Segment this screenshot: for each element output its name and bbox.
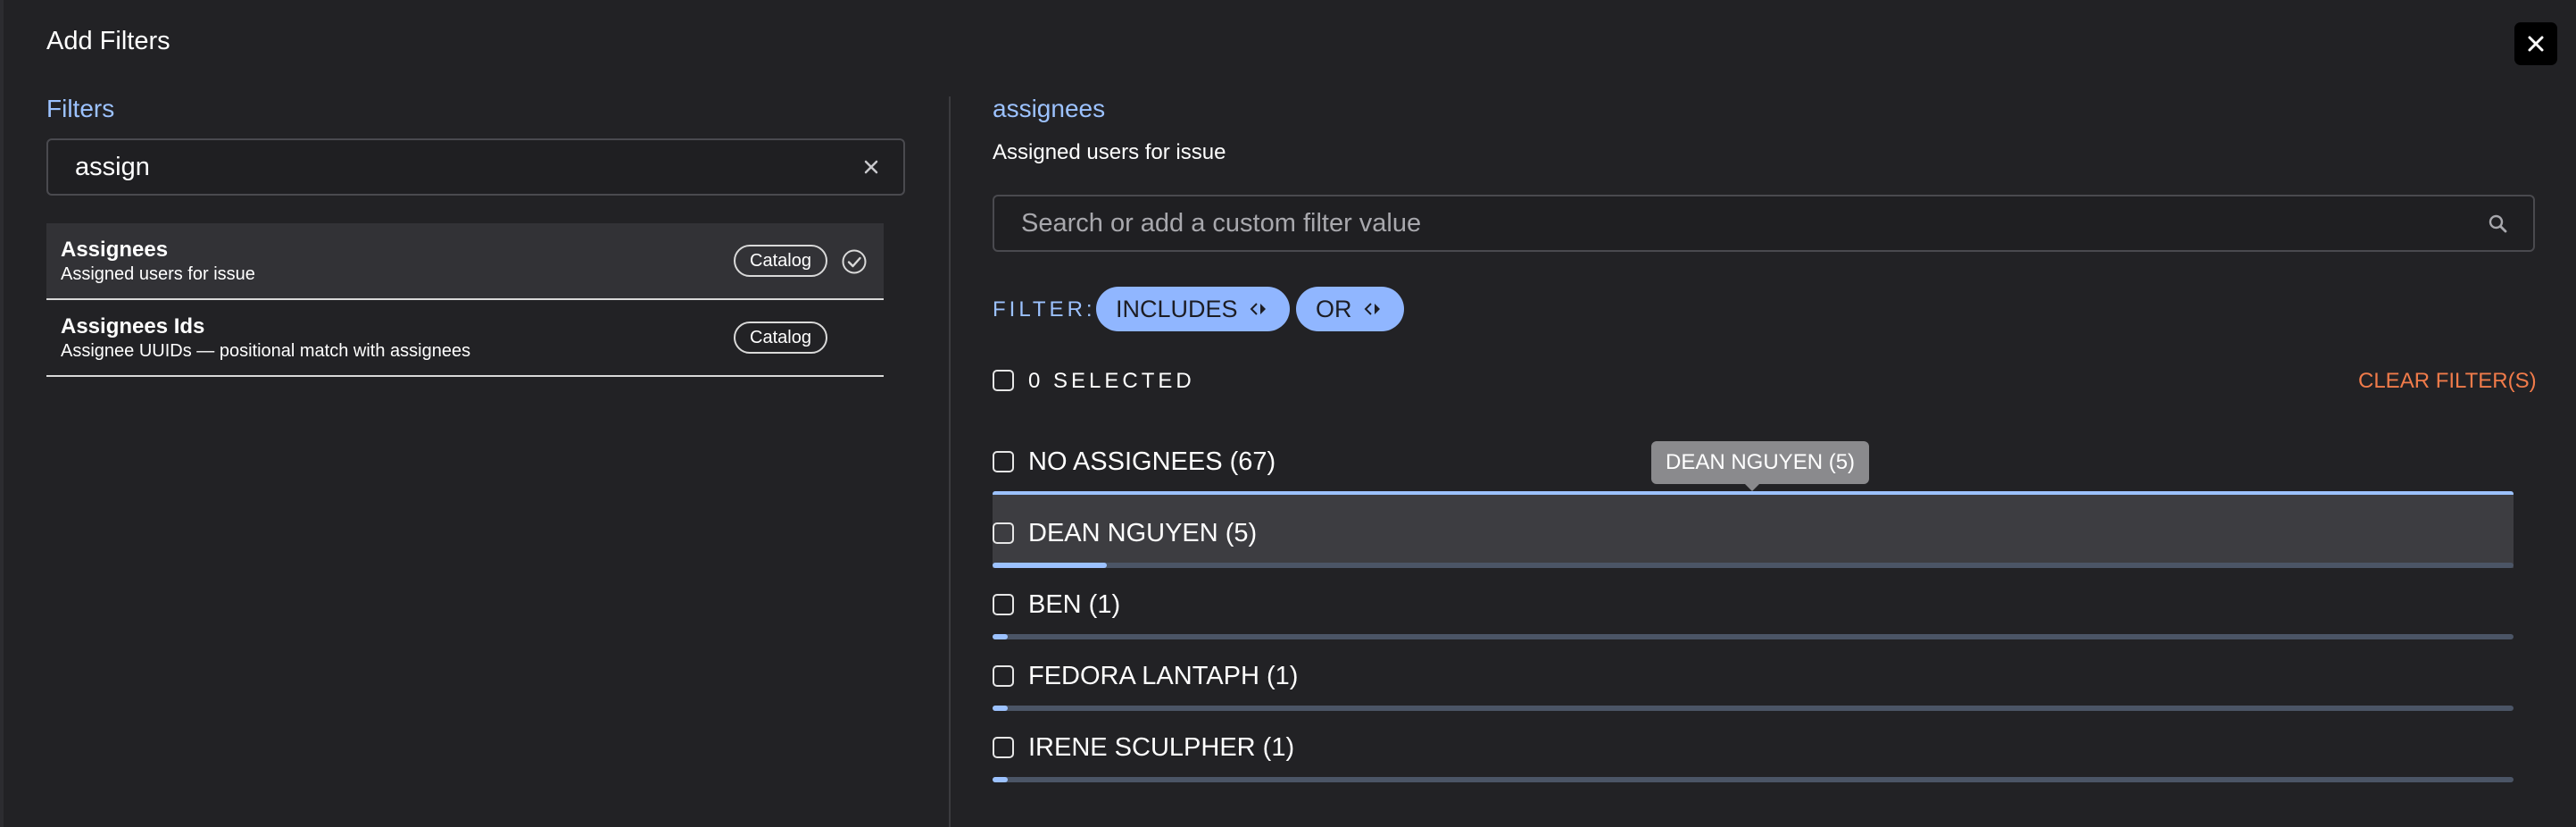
search-icon xyxy=(2489,214,2507,233)
option-label: BEN (1) xyxy=(1028,590,1121,619)
or-toggle-pill[interactable]: OR xyxy=(1296,287,1404,331)
option-checkbox[interactable] xyxy=(993,522,1014,544)
option-row-fedora-lantaph[interactable]: FEDORA LANTAPH (1) xyxy=(993,638,2514,711)
value-search-field[interactable] xyxy=(993,195,2535,252)
includes-toggle-pill[interactable]: INCLUDES xyxy=(1096,287,1290,331)
option-label: FEDORA LANTAPH (1) xyxy=(1028,662,1299,690)
hover-tooltip: DEAN NGUYEN (5) xyxy=(1651,441,1870,484)
option-checkbox[interactable] xyxy=(993,451,1014,472)
option-row-ben[interactable]: BEN (1) xyxy=(993,566,2514,639)
filter-search-field[interactable] xyxy=(46,138,905,196)
add-filters-dialog: Add Filters Filters Assignees Assigned u… xyxy=(0,0,2576,827)
result-name: Assignees Ids xyxy=(61,314,205,338)
filter-label: FILTER: xyxy=(993,297,1096,322)
option-label: NO ASSIGNEES (67) xyxy=(1028,447,1276,476)
result-description: Assigned users for issue xyxy=(61,264,255,284)
option-checkbox[interactable] xyxy=(993,737,1014,758)
clear-filters-link[interactable]: CLEAR FILTER(S) xyxy=(2358,369,2537,394)
catalog-badge: Catalog xyxy=(734,322,827,354)
value-search-input[interactable] xyxy=(1021,196,2467,250)
close-button[interactable] xyxy=(2514,22,2557,65)
option-row-dean-nguyen[interactable]: DEAN NGUYEN (5) xyxy=(993,495,2514,568)
close-icon xyxy=(2528,36,2544,52)
catalog-badge: Catalog xyxy=(734,245,827,277)
tooltip-arrow xyxy=(1745,484,1759,491)
result-description: Assignee UUIDs — positional match with a… xyxy=(61,341,471,361)
filter-description: Assigned users for issue xyxy=(993,140,1226,164)
result-name: Assignees xyxy=(61,238,169,262)
clear-search-icon[interactable] xyxy=(859,155,884,180)
filters-heading: Filters xyxy=(46,95,115,122)
toggle-arrows-icon xyxy=(1364,303,1380,315)
dialog-title: Add Filters xyxy=(46,27,170,55)
option-row-irene-sculpher[interactable]: IRENE SCULPHER (1) xyxy=(993,709,2514,782)
selected-count: 0 SELECTED xyxy=(1028,369,1195,393)
result-item-assignees[interactable]: Assignees Assigned users for issue Catal… xyxy=(46,223,884,300)
filter-search-input[interactable] xyxy=(75,140,843,194)
panel-divider xyxy=(949,96,951,827)
option-checkbox[interactable] xyxy=(993,594,1014,615)
filter-name-heading: assignees xyxy=(993,95,1106,122)
background-edge xyxy=(0,0,4,827)
option-label: DEAN NGUYEN (5) xyxy=(1028,519,1258,547)
select-all-checkbox[interactable] xyxy=(993,370,1014,391)
or-label: OR xyxy=(1316,295,1352,322)
option-checkbox[interactable] xyxy=(993,665,1014,687)
option-count-bar xyxy=(993,777,2514,782)
result-item-assignees-ids[interactable]: Assignees Ids Assignee UUIDs — positiona… xyxy=(46,300,884,377)
toggle-arrows-icon xyxy=(1250,303,1266,315)
includes-label: INCLUDES xyxy=(1116,295,1238,322)
option-label: IRENE SCULPHER (1) xyxy=(1028,733,1295,762)
check-circle-icon xyxy=(842,249,867,274)
option-count-bar-fill xyxy=(993,777,1009,782)
